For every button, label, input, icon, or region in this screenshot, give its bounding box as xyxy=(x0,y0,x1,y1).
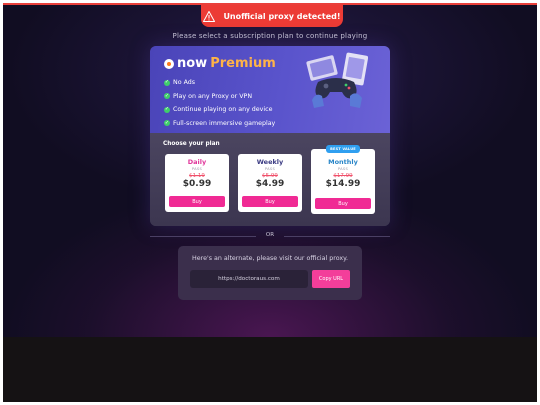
plan-price: $0.99 xyxy=(182,179,212,189)
page-subtitle: Please select a subscription plan to con… xyxy=(172,32,368,40)
or-divider-right xyxy=(284,236,390,237)
now-logo-icon xyxy=(164,58,174,69)
logo-product: Premium xyxy=(210,56,276,71)
buy-weekly-button[interactable]: Buy xyxy=(242,196,298,207)
plan-pass-label: PASS xyxy=(264,167,276,171)
logo-brand: now xyxy=(177,56,208,71)
plan-price: $4.99 xyxy=(255,179,285,189)
copy-url-button[interactable]: Copy URL xyxy=(312,270,350,288)
alternate-proxy-text: Here's an alternate, please visit our of… xyxy=(192,255,348,262)
feature-item: ✓ Continue playing on any device xyxy=(164,103,275,117)
feature-label: Play on any Proxy or VPN xyxy=(173,92,253,100)
game-overlay: Unofficial proxy detected! Please select… xyxy=(3,3,537,337)
feature-item: ✓ No Ads xyxy=(164,76,275,90)
feature-label: No Ads xyxy=(173,79,196,87)
plan-pass-label: PASS xyxy=(191,167,203,171)
check-icon: ✓ xyxy=(164,92,170,100)
premium-card: now Premium ✓ No Ads ✓ Play on any Proxy … xyxy=(150,46,390,226)
page-frame: Unofficial proxy detected! Please select… xyxy=(3,3,537,402)
buy-monthly-button[interactable]: Buy xyxy=(315,198,371,209)
warning-icon xyxy=(203,10,216,22)
plan-card-daily: Daily PASS $1.19 $0.99 Buy xyxy=(165,154,229,212)
now-premium-logo: now Premium xyxy=(164,56,276,71)
plan-name: Daily xyxy=(187,158,207,166)
check-icon: ✓ xyxy=(164,106,170,113)
alert-text: Unofficial proxy detected! xyxy=(223,11,341,21)
or-separator: OR xyxy=(265,232,275,238)
plan-card-weekly: Weekly PASS $5.99 $4.99 Buy xyxy=(238,154,302,212)
plan-card-monthly: BEST VALUE Monthly PASS $17.99 $14.99 Bu… xyxy=(311,145,375,214)
feature-label: Full-screen immersive gameplay xyxy=(173,119,276,127)
plan-section: Choose your plan Daily PASS $1.19 $0.99 … xyxy=(150,133,390,226)
check-icon: ✓ xyxy=(164,119,170,127)
premium-header: now Premium ✓ No Ads ✓ Play on any Proxy … xyxy=(150,46,390,133)
feature-item: ✓ Full-screen immersive gameplay xyxy=(164,117,275,131)
plan-name: Monthly xyxy=(328,158,358,166)
best-value-badge: BEST VALUE xyxy=(326,145,360,153)
feature-list: ✓ No Ads ✓ Play on any Proxy or VPN ✓ Co… xyxy=(164,76,275,130)
check-icon: ✓ xyxy=(164,79,170,86)
gaming-devices-illustration xyxy=(306,52,368,108)
plan-price: $14.99 xyxy=(325,179,361,189)
feature-item: ✓ Play on any Proxy or VPN xyxy=(164,90,275,104)
plan-name: Weekly xyxy=(256,158,284,166)
buy-daily-button[interactable]: Buy xyxy=(169,196,225,207)
alternate-proxy-panel: Here's an alternate, please visit our of… xyxy=(178,246,362,300)
official-proxy-url[interactable]: https://doctoraus.com xyxy=(190,270,308,288)
proxy-alert-banner: Unofficial proxy detected! xyxy=(201,5,343,27)
or-divider-left xyxy=(150,236,256,237)
feature-label: Continue playing on any device xyxy=(173,106,273,114)
plan-heading: Choose your plan xyxy=(163,141,220,147)
plan-pass-label: PASS xyxy=(337,167,349,171)
